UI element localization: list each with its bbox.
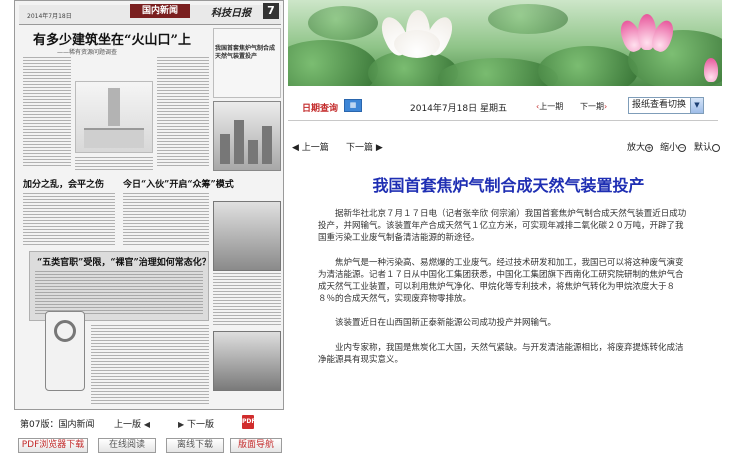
article-paragraph: 业内专家称，我国是焦炭化工大国，天然气紧缺。与开发清洁能源相比，将废弃提炼转化成…	[318, 342, 684, 365]
thumbnail-article-box-title[interactable]: 我国首套焦炉气制合成天然气装置投产	[215, 45, 279, 61]
chevron-right-icon: ›	[604, 102, 608, 111]
arrow-left-icon: ◀	[143, 420, 151, 429]
newspaper-switch-select[interactable]: 报纸查看切换 ▼	[628, 97, 704, 114]
text-block	[91, 325, 209, 405]
arrow-left-icon: ◀	[292, 143, 299, 153]
thumbnail-headline-4[interactable]: “五类官职”受限，“裸官”治理如何常态化？	[37, 255, 211, 268]
thumbnail-valve-illustration	[45, 311, 85, 391]
right-panel: 日期查询 ▦ 2014年7月18日 星期五 ‹上一期 下一期› 报纸查看切换 ▼…	[288, 0, 729, 465]
divider	[288, 120, 718, 121]
thumbnail-photo-bottom	[213, 331, 281, 391]
thumbnail-photo-city	[213, 101, 281, 171]
article-paragraph: 焦炉气是一种污染高、易燃爆的工业废气。经过技术研发和加工，我国已可以将这种废气演…	[318, 257, 684, 305]
next-page-link[interactable]: ▶ 下一版	[178, 417, 214, 430]
date-toolbar: 日期查询 ▦ 2014年7月18日 星期五 ‹上一期 下一期› 报纸查看切换 ▼	[288, 96, 718, 118]
newspaper-page-number: 7	[263, 3, 279, 19]
text-block	[23, 57, 71, 167]
newspaper-logo: 科技日报	[211, 8, 251, 19]
lotus-banner-image	[288, 0, 722, 86]
article-headline: 我国首套焦炉气制合成天然气装置投产	[372, 176, 645, 195]
next-article-link[interactable]: 下一篇 ▶	[346, 140, 383, 153]
newspaper-section-badge: 国内新闻	[130, 4, 190, 18]
bottom-button-row: PDF浏览器下载 在线阅读 离线下载 版面导航	[14, 438, 284, 454]
article-navigation: ◀ 上一篇 下一篇 ▶ 放大+ 缩小− 默认	[288, 138, 728, 154]
text-block	[35, 271, 203, 315]
layout-navigation-button[interactable]: 版面导航	[230, 438, 282, 453]
thumbnail-illustration	[75, 81, 153, 153]
circle-icon	[712, 143, 721, 152]
pdf-icon[interactable]: PDF	[242, 415, 255, 429]
thumbnail-photo-people	[213, 201, 281, 271]
article-paragraph: 该装置近日在山西国新正泰新能源公司成功投产并网输气。	[335, 318, 557, 329]
prev-page-link[interactable]: 上一版 ◀	[114, 417, 150, 430]
article-body: 据新华社北京７月１７日电（记者张辛欣 何宗渝）我国首套焦炉气制合成天然气装置近日…	[318, 208, 688, 378]
minus-circle-icon: −	[678, 143, 687, 152]
offline-download-button[interactable]: 离线下载	[166, 438, 224, 453]
pdf-reader-download-button[interactable]: PDF浏览器下载	[18, 438, 88, 453]
newspaper-page-thumbnail[interactable]: 2014年7月18日 国内新闻 科技日报 7 有多少建筑坐在“火山口”上 ——稀…	[14, 0, 284, 410]
text-block	[123, 193, 209, 247]
zoom-in-button[interactable]: 放大+	[627, 140, 654, 153]
chevron-down-icon: ▼	[690, 98, 703, 113]
current-date: 2014年7月18日 星期五	[410, 104, 507, 114]
calendar-icon[interactable]: ▦	[344, 99, 362, 112]
text-block	[213, 273, 281, 327]
online-read-button[interactable]: 在线阅读	[98, 438, 156, 453]
text-block	[23, 193, 115, 247]
plus-circle-icon: +	[645, 143, 654, 152]
text-block	[157, 57, 209, 167]
arrow-right-icon: ▶	[375, 143, 383, 153]
default-zoom-button[interactable]: 默认	[694, 140, 721, 153]
text-block	[75, 157, 153, 171]
thumbnail-subheadline: ——稀有资源问题调查	[57, 49, 118, 56]
thumbnail-article-box[interactable]	[213, 28, 281, 98]
thumbnail-headline-2[interactable]: 加分之乱，会平之伤	[23, 177, 104, 190]
date-query-label: 日期查询	[302, 104, 339, 114]
left-panel: 2014年7月18日 国内新闻 科技日报 7 有多少建筑坐在“火山口”上 ——稀…	[14, 0, 288, 465]
article-paragraph: 据新华社北京７月１７日电（记者张辛欣 何宗渝）我国首套焦炉气制合成天然气装置近日…	[318, 209, 687, 244]
prev-issue-link[interactable]: ‹上一期	[536, 101, 563, 112]
arrow-right-icon: ▶	[178, 420, 185, 429]
thumbnail-headline-3[interactable]: 今日“入伙”开启“众筹”模式	[123, 177, 234, 190]
next-issue-link[interactable]: 下一期›	[580, 101, 607, 112]
current-page-label: 第07版：国内新闻	[20, 420, 95, 430]
zoom-out-button[interactable]: 缩小−	[660, 140, 687, 153]
thumbnail-main-headline[interactable]: 有多少建筑坐在“火山口”上	[33, 29, 213, 48]
prev-article-link[interactable]: ◀ 上一篇	[292, 140, 329, 153]
page-navigation: 第07版：国内新闻 上一版 ◀ ▶ 下一版 PDF	[14, 412, 284, 434]
newspaper-date: 2014年7月18日	[27, 13, 72, 20]
